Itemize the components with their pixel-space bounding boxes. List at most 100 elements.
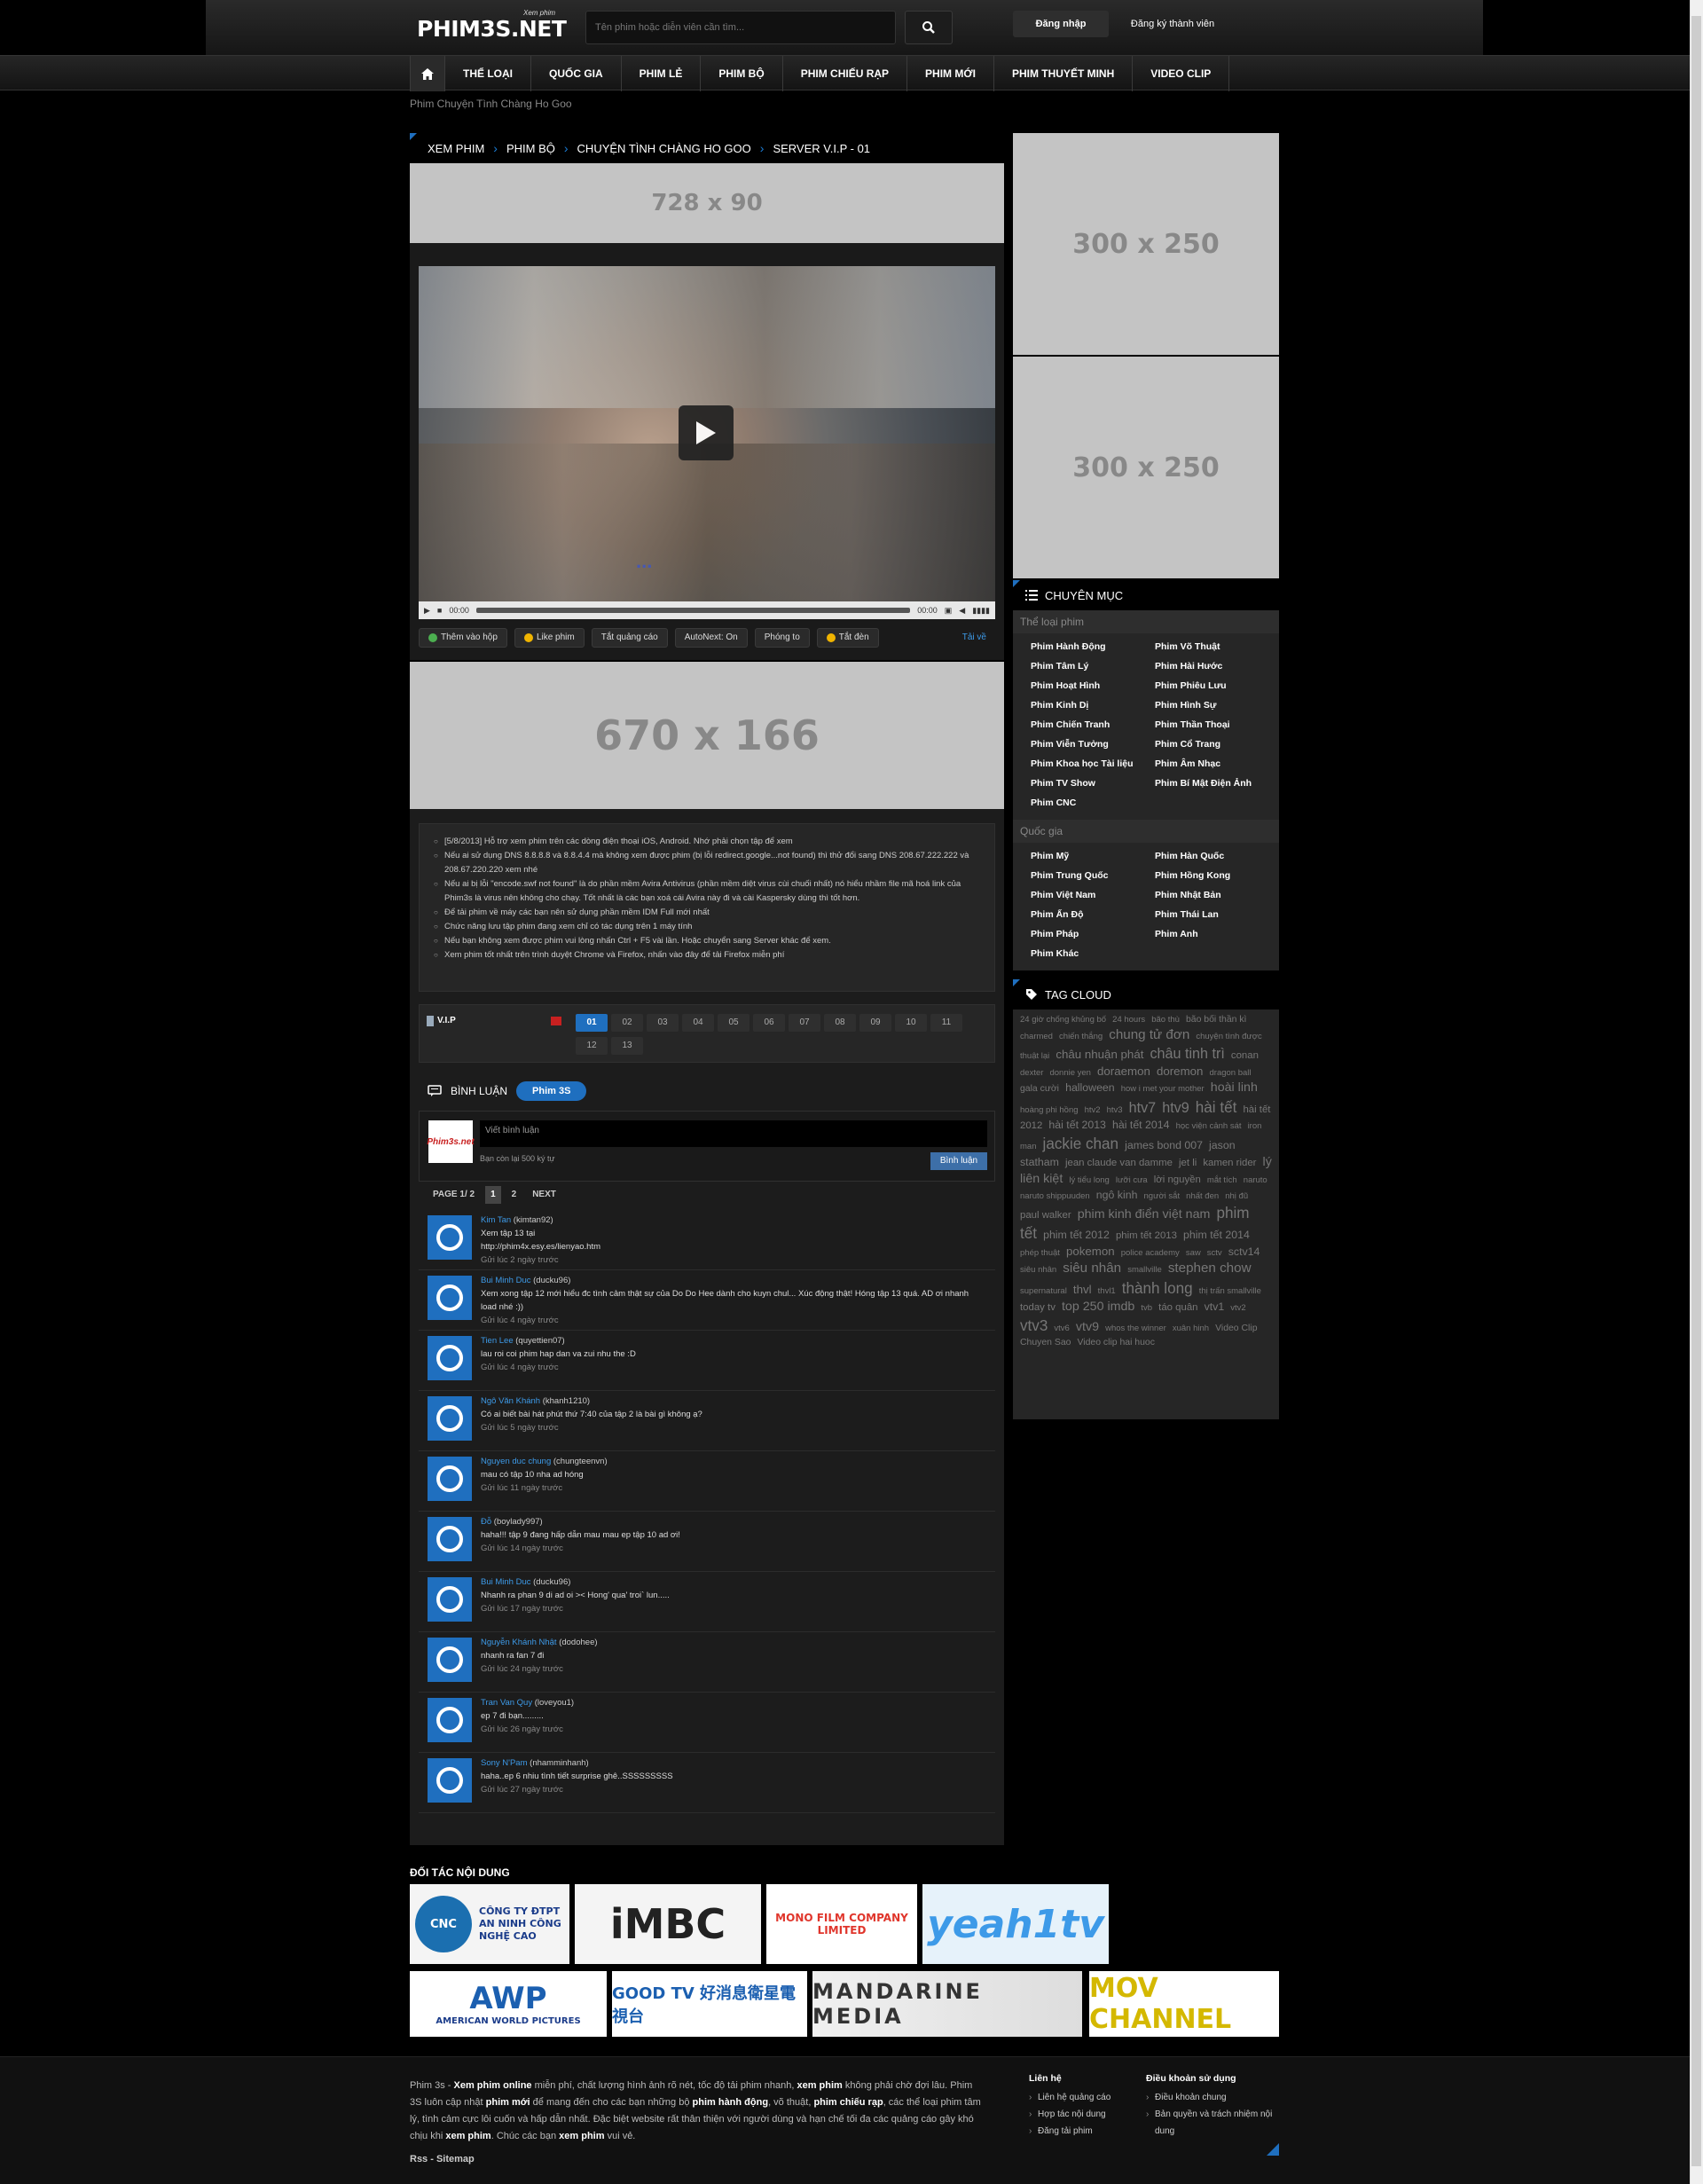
country-link[interactable]: Phim Mỹ: [1031, 846, 1155, 866]
tag-link[interactable]: phim kinh điển việt nam: [1078, 1207, 1211, 1222]
tag-link[interactable]: james bond 007: [1125, 1139, 1203, 1151]
tag-link[interactable]: hoàng phi hồng: [1020, 1105, 1079, 1115]
tag-link[interactable]: sctv14: [1228, 1245, 1260, 1258]
tag-link[interactable]: naruto: [1244, 1175, 1267, 1185]
breadcrumb-item-1[interactable]: PHIM BỘ: [506, 142, 555, 155]
player-tool-0[interactable]: Thêm vào hộp: [419, 628, 507, 648]
tag-link[interactable]: Video Clip: [1215, 1324, 1257, 1333]
tag-link[interactable]: 24 giờ chống khủng bố: [1020, 1015, 1106, 1025]
footer-link[interactable]: Điều khoản chung: [1146, 2089, 1279, 2106]
country-link[interactable]: Phim Ấn Độ: [1031, 905, 1155, 924]
episode-12[interactable]: 12: [576, 1037, 608, 1055]
commenter-name[interactable]: Nguyen duc chung: [481, 1457, 551, 1466]
genre-link[interactable]: Phim Khoa học Tài liệu: [1031, 754, 1155, 774]
breadcrumb-item-3[interactable]: SERVER V.I.P - 01: [773, 142, 870, 155]
tag-link[interactable]: hoài linh: [1211, 1080, 1258, 1095]
side-ad-1[interactable]: 300 x 250: [1013, 133, 1279, 355]
country-link[interactable]: Phim Hàn Quốc: [1155, 846, 1279, 866]
partner-imbc-logo[interactable]: iMBC: [575, 1884, 761, 1964]
tag-link[interactable]: vtv1: [1205, 1300, 1225, 1313]
tag-link[interactable]: htv7: [1129, 1100, 1157, 1116]
tag-link[interactable]: vtv9: [1076, 1320, 1099, 1334]
play-small-icon[interactable]: ▶: [424, 606, 430, 616]
genre-link[interactable]: Phim Hình Sự: [1155, 695, 1279, 715]
episode-13[interactable]: 13: [611, 1037, 643, 1055]
commenter-name[interactable]: Tien Lee: [481, 1336, 514, 1346]
partner-mov-logo[interactable]: MOV CHANNEL: [1089, 1971, 1279, 2037]
tag-link[interactable]: châu nhuận phát: [1056, 1048, 1143, 1061]
player-tool-6[interactable]: Tải về: [954, 628, 995, 648]
commenter-name[interactable]: Bui Minh Duc: [481, 1276, 531, 1285]
footer-link[interactable]: Bản quyền và trách nhiệm nội dung: [1146, 2106, 1279, 2140]
partner-mono-logo[interactable]: MONO FILM COMPANY LIMITED: [766, 1884, 917, 1964]
tag-link[interactable]: táo quân: [1158, 1302, 1197, 1313]
tag-link[interactable]: smallville: [1127, 1265, 1162, 1275]
tag-link[interactable]: hài tết: [1196, 1099, 1237, 1116]
nav-item-4[interactable]: PHIM CHIẾU RẠP: [783, 56, 908, 91]
tag-link[interactable]: vtv2: [1230, 1303, 1245, 1313]
commenter-name[interactable]: Ngô Văn Khánh: [481, 1396, 540, 1406]
side-ad-2[interactable]: 300 x 250: [1013, 357, 1279, 578]
tag-link[interactable]: police academy: [1121, 1248, 1180, 1258]
episode-11[interactable]: 11: [930, 1014, 962, 1032]
player-tool-1[interactable]: Like phim: [514, 628, 585, 648]
country-link[interactable]: Phim Việt Nam: [1031, 885, 1155, 905]
genre-link[interactable]: Phim Chiến Tranh: [1031, 715, 1155, 735]
tag-link[interactable]: học viện cảnh sát: [1176, 1121, 1242, 1131]
genre-link[interactable]: Phim Hành Động: [1031, 637, 1155, 656]
tag-link[interactable]: conan: [1231, 1050, 1259, 1061]
tag-link[interactable]: bão bối thần kì: [1186, 1015, 1246, 1025]
tag-link[interactable]: halloween: [1065, 1081, 1115, 1094]
tag-link[interactable]: nhất đen: [1186, 1191, 1219, 1201]
genre-link[interactable]: Phim Âm Nhạc: [1155, 754, 1279, 774]
volume-icon[interactable]: ◀: [959, 606, 965, 616]
tag-link[interactable]: phim tết 2012: [1043, 1229, 1110, 1241]
tag-link[interactable]: 24 hours: [1112, 1015, 1145, 1025]
genre-link[interactable]: Phim Phiêu Lưu: [1155, 676, 1279, 695]
commenter-name[interactable]: Sony N'Pam: [481, 1758, 528, 1768]
episode-04[interactable]: 04: [682, 1014, 714, 1032]
episode-06[interactable]: 06: [753, 1014, 785, 1032]
genre-link[interactable]: Phim Viễn Tưởng: [1031, 735, 1155, 754]
tag-link[interactable]: thành long: [1122, 1280, 1193, 1297]
tag-link[interactable]: hài tết 2013: [1048, 1119, 1106, 1131]
tag-link[interactable]: charmed: [1020, 1032, 1053, 1041]
nav-item-1[interactable]: QUỐC GIA: [531, 56, 622, 91]
episode-05[interactable]: 05: [718, 1014, 749, 1032]
genre-link[interactable]: Phim Bí Mật Điện Ảnh: [1155, 774, 1279, 793]
tag-link[interactable]: dexter: [1020, 1068, 1043, 1078]
tag-link[interactable]: siêu nhân: [1020, 1265, 1056, 1275]
fullscreen-icon[interactable]: ▣: [945, 606, 953, 616]
video-player[interactable]: ...: [419, 266, 995, 601]
country-link[interactable]: Phim Khác: [1031, 944, 1155, 963]
nav-item-2[interactable]: PHIM LẺ: [622, 56, 702, 91]
genre-link[interactable]: Phim Hoạt Hình: [1031, 676, 1155, 695]
footer-link[interactable]: Đăng tải phim: [1029, 2123, 1110, 2140]
tag-link[interactable]: thị trấn smallville: [1199, 1286, 1261, 1296]
commenter-name[interactable]: Nguyễn Khánh Nhật: [481, 1638, 557, 1647]
play-button[interactable]: [679, 405, 734, 460]
tag-link[interactable]: htv9: [1162, 1100, 1189, 1116]
tag-link[interactable]: saw: [1186, 1248, 1201, 1258]
country-link[interactable]: Phim Trung Quốc: [1031, 866, 1155, 885]
tag-link[interactable]: how i met your mother: [1121, 1084, 1205, 1094]
tag-link[interactable]: xuân hinh: [1173, 1324, 1209, 1333]
tag-link[interactable]: tvb: [1141, 1303, 1152, 1313]
ad-670x166[interactable]: 670 x 166: [410, 662, 1004, 809]
tag-link[interactable]: siêu nhân: [1063, 1261, 1121, 1276]
tag-link[interactable]: chiến thắng: [1059, 1032, 1103, 1041]
nav-item-6[interactable]: PHIM THUYẾT MINH: [994, 56, 1134, 91]
tag-link[interactable]: lời nguyền: [1154, 1174, 1201, 1185]
genre-link[interactable]: Phim Võ Thuật: [1155, 637, 1279, 656]
country-link[interactable]: Phim Thái Lan: [1155, 905, 1279, 924]
episode-07[interactable]: 07: [789, 1014, 820, 1032]
tag-link[interactable]: phim tết 2013: [1116, 1230, 1177, 1241]
genre-link[interactable]: Phim Tâm Lý: [1031, 656, 1155, 676]
country-link[interactable]: Phim Hồng Kong: [1155, 866, 1279, 885]
tag-link[interactable]: lý tiểu long: [1069, 1175, 1109, 1185]
nav-item-5[interactable]: PHIM MỚI: [907, 56, 994, 91]
genre-link[interactable]: Phim Kinh Dị: [1031, 695, 1155, 715]
player-tool-3[interactable]: AutoNext: On: [674, 628, 748, 648]
tag-link[interactable]: sctv: [1207, 1248, 1222, 1258]
tag-link[interactable]: htv3: [1107, 1105, 1123, 1115]
